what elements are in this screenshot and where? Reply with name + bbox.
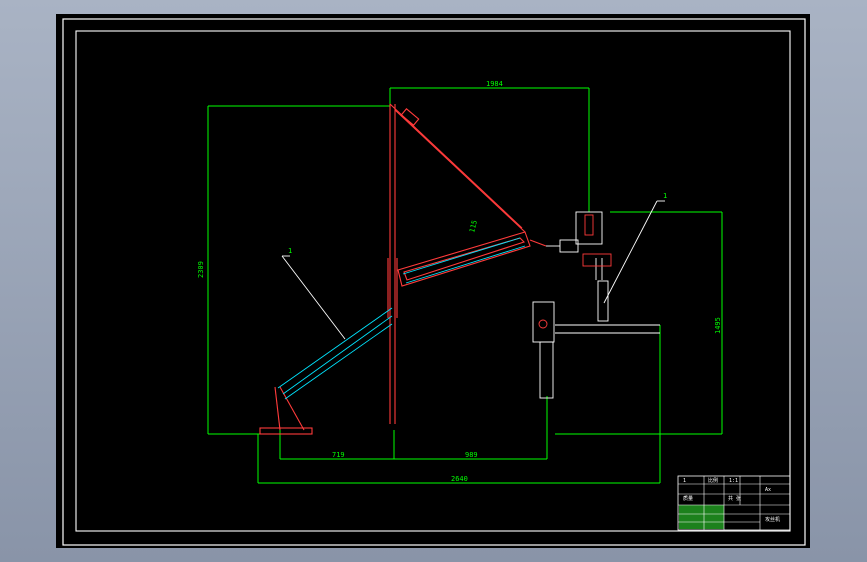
title-cell-d: Ax	[765, 487, 771, 493]
dim-bottom-right-label: 989	[465, 451, 478, 459]
callout-left-number: 1	[288, 247, 292, 255]
title-cell-b: 比例	[708, 477, 718, 484]
drawing-sheet	[56, 14, 810, 548]
title-cell-e: 质量	[683, 495, 693, 502]
title-cell-c: 1:1	[729, 478, 738, 484]
title-cell-a: 1	[683, 478, 686, 484]
dim-right-height-label: 1495	[714, 317, 722, 334]
dim-top-width-label: 1984	[486, 80, 503, 88]
cad-viewport: 1984 2309 1495 115 719 989 2640 1 1 1 比例…	[0, 0, 867, 562]
cad-drawing: 1984 2309 1495 115 719 989 2640 1 1 1 比例…	[56, 14, 810, 548]
callout-right-number: 1	[663, 192, 667, 200]
title-block-green-fill	[679, 505, 724, 529]
title-block-title: 攻丝机	[765, 516, 780, 523]
title-cell-f: 共 张	[728, 495, 741, 502]
dim-left-height-label: 2309	[197, 261, 205, 278]
dim-bottom-left-label: 719	[332, 451, 345, 459]
dim-bottom-total-label: 2640	[451, 475, 468, 483]
